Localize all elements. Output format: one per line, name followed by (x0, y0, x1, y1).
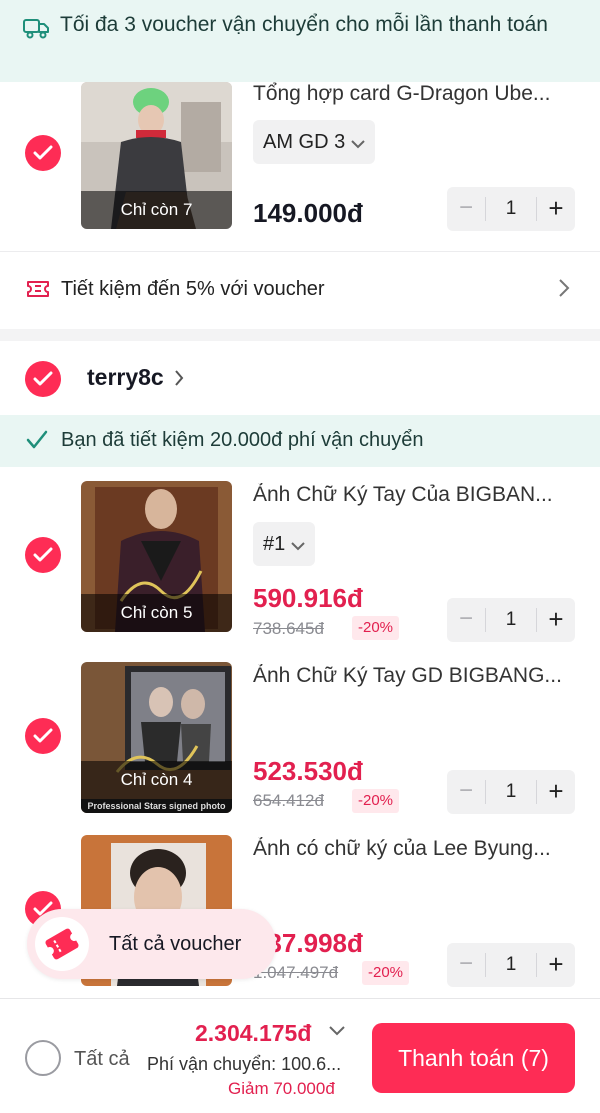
decrease-button[interactable]: − (447, 770, 485, 814)
all-vouchers-button[interactable]: Tất cả voucher (27, 909, 276, 979)
item-1-thumbnail[interactable]: Chỉ còn 7 (81, 82, 232, 229)
item-2-variant-select[interactable]: #1 (253, 522, 316, 567)
item-4-discount-badge: -20% (362, 961, 410, 985)
checkmark-icon (33, 371, 53, 386)
voucher-row-label: Tiết kiệm đến 5% với voucher (61, 278, 325, 300)
increase-button[interactable]: + (537, 187, 575, 231)
item-3-photo-caption: Professional Stars signed photo (81, 799, 232, 813)
item-2-discount-badge: -20% (352, 616, 400, 640)
item-3-thumbnail[interactable]: Chỉ còn 4 Professional Stars signed phot… (81, 662, 232, 813)
shop-name[interactable]: terry8c (87, 364, 164, 391)
all-vouchers-label: Tất cả voucher (109, 933, 242, 955)
checkmark-icon (33, 547, 53, 562)
item-3-checkbox[interactable] (25, 718, 61, 754)
section-gap (0, 329, 600, 341)
item-2-stock-label: Chỉ còn 5 (81, 594, 232, 632)
shipping-voucher-banner: Tối đa 3 voucher vận chuyển cho mỗi lần … (0, 0, 600, 82)
item-3-title[interactable]: Ảnh Chữ Ký Tay GD BIGBANG... (253, 664, 583, 688)
checkout-bar: Tất cả 2.304.175đ Phí vận chuyển: 100.6.… (0, 998, 600, 1113)
item-1-variant-select[interactable]: AM GD 3 (253, 120, 376, 165)
item-4-title[interactable]: Ảnh có chữ ký của Lee Byung... (253, 837, 583, 861)
item-4-quantity-stepper: − 1 + (447, 943, 575, 987)
cart-page: Tối đa 3 voucher vận chuyển cho mỗi lần … (0, 0, 600, 1113)
voucher-ticket-icon (45, 928, 79, 960)
increase-button[interactable]: + (537, 598, 575, 642)
shipping-fee: Phí vận chuyển: 100.6... (147, 1054, 342, 1074)
checkmark-icon (33, 728, 53, 743)
item-1-price: 149.000đ (253, 198, 363, 228)
banner-text: Tối đa 3 voucher vận chuyển cho mỗi lần … (60, 13, 548, 36)
shop-voucher-row[interactable]: Tiết kiệm đến 5% với voucher (0, 251, 600, 329)
checkout-button[interactable]: Thanh toán (7) (372, 1023, 575, 1093)
item-3-old-price: 654.412đ (253, 791, 324, 810)
truck-icon (23, 19, 49, 39)
item-3-price: 523.530đ (253, 756, 363, 786)
chevron-right-icon[interactable] (174, 369, 184, 387)
item-1-title[interactable]: Tổng hợp card G-Dragon Ube... (253, 82, 583, 106)
select-all-label[interactable]: Tất cả (74, 1048, 130, 1071)
checkmark-icon (33, 145, 53, 160)
item-2-price: 590.916đ (253, 583, 363, 613)
item-2-title[interactable]: Ảnh Chữ Ký Tay Của BIGBAN... (253, 483, 583, 507)
chevron-down-icon[interactable] (329, 1026, 345, 1036)
item-2-thumbnail[interactable]: Chỉ còn 5 (81, 481, 232, 632)
item-1-quantity-stepper: − 1 + (447, 187, 575, 231)
select-all-radio[interactable] (25, 1040, 61, 1076)
item-3-quantity-stepper: − 1 + (447, 770, 575, 814)
decrease-button[interactable]: − (447, 943, 485, 987)
increase-button[interactable]: + (537, 943, 575, 987)
shipping-saved-banner: Bạn đã tiết kiệm 20.000đ phí vận chuyển (0, 415, 600, 467)
saved-text: Bạn đã tiết kiệm 20.000đ phí vận chuyển (61, 429, 424, 451)
total-price[interactable]: 2.304.175đ (195, 1020, 311, 1047)
item-1-stock-label: Chỉ còn 7 (81, 191, 232, 229)
item-1-variant-value: AM GD 3 (263, 131, 346, 153)
voucher-icon-wrap (35, 917, 89, 971)
quantity-value[interactable]: 1 (485, 953, 537, 977)
item-2-variant-value: #1 (263, 533, 286, 555)
decrease-button[interactable]: − (447, 598, 485, 642)
item-1-checkbox[interactable] (25, 135, 61, 171)
check-icon (26, 430, 48, 449)
quantity-value[interactable]: 1 (485, 197, 537, 221)
item-3-discount-badge: -20% (352, 789, 400, 813)
item-3-stock-label: Chỉ còn 4 (81, 761, 232, 799)
quantity-value[interactable]: 1 (485, 780, 537, 804)
chevron-right-icon (559, 279, 570, 297)
discount-total: Giảm 70.000đ (228, 1079, 335, 1098)
item-2-checkbox[interactable] (25, 537, 61, 573)
chevron-down-icon (351, 121, 365, 165)
item-2-quantity-stepper: − 1 + (447, 598, 575, 642)
shop-checkbox[interactable] (25, 361, 61, 397)
chevron-down-icon (291, 523, 305, 567)
quantity-value[interactable]: 1 (485, 608, 537, 632)
ticket-icon (27, 281, 49, 297)
decrease-button[interactable]: − (447, 187, 485, 231)
increase-button[interactable]: + (537, 770, 575, 814)
item-2-old-price: 738.645đ (253, 619, 324, 638)
